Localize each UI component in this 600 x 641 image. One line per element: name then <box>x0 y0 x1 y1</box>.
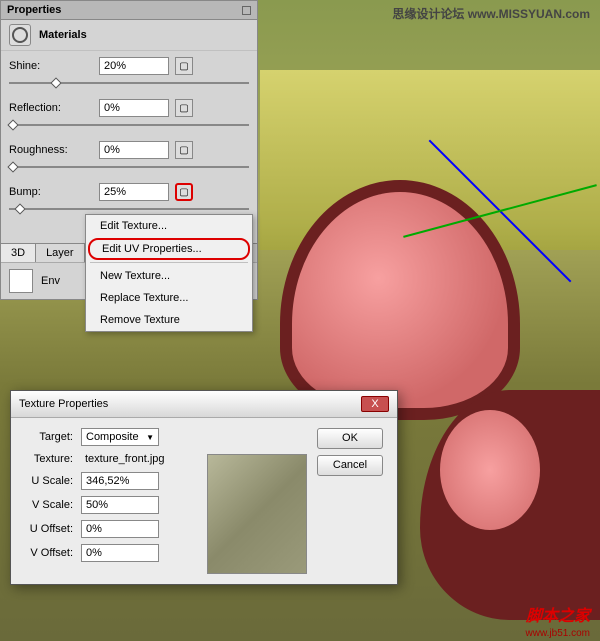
reflection-slider[interactable] <box>9 121 249 129</box>
bump-label: Bump: <box>9 186 99 198</box>
panel-header[interactable]: Properties <box>1 1 257 20</box>
texture-properties-dialog: Texture Properties X Target: Composite T… <box>10 390 398 585</box>
materials-section: Materials <box>1 20 257 51</box>
menu-separator <box>90 262 248 263</box>
texture-filename: texture_front.jpg <box>81 452 169 466</box>
uscale-input[interactable] <box>81 472 159 490</box>
target-label: Target: <box>21 431 81 443</box>
3d-object-bench-2 <box>420 390 600 620</box>
menu-edit-uv-properties[interactable]: Edit UV Properties... <box>88 238 250 260</box>
watermark-url: www.jb51.com <box>526 628 590 639</box>
env-label: Env <box>41 275 60 287</box>
texture-label: Texture: <box>21 453 81 465</box>
panel-menu-icon[interactable] <box>242 6 251 15</box>
uoffset-label: U Offset: <box>21 523 81 535</box>
panel-title: Properties <box>7 4 61 16</box>
watermark-top: 思缘设计论坛 www.MISSYUAN.com <box>392 5 590 22</box>
shine-input[interactable] <box>99 57 169 75</box>
materials-icon <box>9 24 31 46</box>
watermark-bottom: 脚本之家 <box>526 602 590 626</box>
bump-input[interactable] <box>99 183 169 201</box>
materials-label: Materials <box>39 29 87 41</box>
cancel-button[interactable]: Cancel <box>317 455 383 476</box>
dialog-titlebar[interactable]: Texture Properties X <box>11 391 397 418</box>
roughness-label: Roughness: <box>9 144 99 156</box>
reflection-label: Reflection: <box>9 102 99 114</box>
reflection-input[interactable] <box>99 99 169 117</box>
roughness-texture-button[interactable]: ▢ <box>175 141 193 159</box>
voffset-input[interactable] <box>81 544 159 562</box>
uoffset-input[interactable] <box>81 520 159 538</box>
env-swatch[interactable] <box>9 269 33 293</box>
vscale-input[interactable] <box>81 496 159 514</box>
target-combo[interactable]: Composite <box>81 428 159 446</box>
dialog-title: Texture Properties <box>19 398 108 410</box>
dialog-close-button[interactable]: X <box>361 396 389 412</box>
reflection-texture-button[interactable]: ▢ <box>175 99 193 117</box>
menu-edit-texture[interactable]: Edit Texture... <box>86 215 252 237</box>
uscale-label: U Scale: <box>21 475 81 487</box>
bump-slider[interactable] <box>9 205 249 213</box>
shine-slider[interactable] <box>9 79 249 87</box>
shine-label: Shine: <box>9 60 99 72</box>
texture-preview <box>207 454 307 574</box>
voffset-label: V Offset: <box>21 547 81 559</box>
menu-new-texture[interactable]: New Texture... <box>86 265 252 287</box>
ok-button[interactable]: OK <box>317 428 383 449</box>
roughness-input[interactable] <box>99 141 169 159</box>
roughness-slider[interactable] <box>9 163 249 171</box>
vscale-label: V Scale: <box>21 499 81 511</box>
bump-texture-button[interactable]: ▢ <box>175 183 193 201</box>
tab-layer[interactable]: Layer <box>36 244 85 262</box>
menu-remove-texture[interactable]: Remove Texture <box>86 309 252 331</box>
tab-3d[interactable]: 3D <box>1 244 36 262</box>
texture-context-menu: Edit Texture... Edit UV Properties... Ne… <box>85 214 253 332</box>
shine-texture-button[interactable]: ▢ <box>175 57 193 75</box>
menu-replace-texture[interactable]: Replace Texture... <box>86 287 252 309</box>
